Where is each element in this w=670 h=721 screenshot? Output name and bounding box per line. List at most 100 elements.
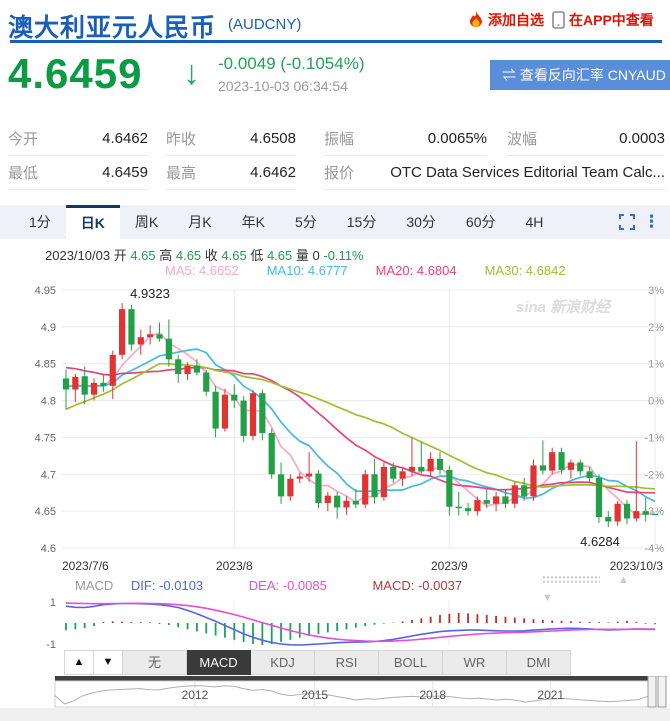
stats-row-2: 最低 4.6459 最高4.6462 报价 OTC Data Services Edit… bbox=[8, 156, 666, 190]
stat-最低: 最低 4.6459 bbox=[8, 156, 148, 190]
ohlc-info-line: 2023/10/03 开 4.65 高 4.65 收 4.65 低 4.65 量… bbox=[45, 245, 364, 264]
svg-text:2023/8: 2023/8 bbox=[216, 559, 253, 573]
indicator-tab-DMI[interactable]: DMI bbox=[507, 650, 571, 675]
ma-legend-item-4: MA30: 4.6842 bbox=[485, 263, 566, 278]
indicator-tab-WR[interactable]: WR bbox=[443, 650, 507, 675]
indicator-tab-bar: ▲▼无MACDKDJRSIBOLLWRDMI bbox=[64, 650, 571, 675]
period-tab-15分[interactable]: 15分 bbox=[332, 205, 392, 239]
scroll-up-button[interactable]: ▲ bbox=[64, 650, 94, 675]
indicator-tab-MACD[interactable]: MACD bbox=[187, 650, 251, 675]
reverse-rate-label: 查看反向汇率 CNYAUD bbox=[520, 67, 666, 83]
stat-label: 昨收 bbox=[166, 128, 196, 149]
svg-text:2012: 2012 bbox=[182, 688, 209, 702]
stat-value: 0.0065% bbox=[428, 130, 487, 147]
quote-summary: 4.6459 ↓ -0.0049 (-0.1054%) 2023-10-03 0… bbox=[0, 48, 670, 120]
macd-chart[interactable]: 1 -1 bbox=[0, 596, 670, 650]
svg-text:4.7: 4.7 bbox=[41, 469, 56, 481]
svg-text:1%: 1% bbox=[648, 359, 664, 371]
svg-text:1: 1 bbox=[50, 597, 56, 609]
stat-振幅: 振幅 0.0065% bbox=[324, 122, 487, 156]
period-tab-5分[interactable]: 5分 bbox=[280, 205, 332, 239]
bar-date: 2023/10/03 bbox=[45, 248, 110, 263]
stat-label: 振幅 bbox=[324, 128, 354, 149]
stat-value: OTC Data Services Editorial Team Calc... bbox=[390, 164, 665, 181]
stat-value: 4.6459 bbox=[102, 164, 148, 181]
stat-label: 波幅 bbox=[507, 128, 537, 149]
svg-text:4.9: 4.9 bbox=[41, 322, 56, 334]
macd-name: MACD bbox=[75, 578, 113, 593]
pane-resize-handle[interactable]: ▲ ▼ bbox=[542, 571, 670, 583]
stat-昨收: 昨收 4.6508 bbox=[166, 122, 296, 156]
stat-报价: 报价 OTC Data Services Editorial Team Calc.… bbox=[324, 156, 665, 190]
flame-icon bbox=[468, 11, 484, 29]
indicator-tab-BOLL[interactable]: BOLL bbox=[379, 650, 443, 675]
period-tab-月K[interactable]: 月K bbox=[173, 205, 226, 239]
ma-legend: MA5: 4.6652 MA10: 4.6777 MA20: 4.6804 MA30:… bbox=[165, 263, 594, 278]
stat-最高: 最高4.6462 bbox=[166, 156, 296, 190]
period-tab-60分[interactable]: 60分 bbox=[451, 205, 511, 239]
period-tab-1分[interactable]: 1分 bbox=[14, 205, 66, 239]
view-in-app-link[interactable]: 在APP中查看 bbox=[552, 10, 654, 30]
history-navigator[interactable]: 2012 2015 2018 2021 bbox=[0, 676, 670, 706]
ma-legend-item-3: MA20: 4.6804 bbox=[376, 263, 457, 278]
period-tab-年K[interactable]: 年K bbox=[227, 205, 280, 239]
dots-grip-icon bbox=[542, 575, 600, 584]
symbol-code: (AUDCNY) bbox=[228, 16, 301, 33]
svg-text:2%: 2% bbox=[648, 322, 664, 334]
svg-text:4.75: 4.75 bbox=[35, 432, 56, 444]
stat-label: 最低 bbox=[8, 162, 38, 183]
header-links: 添加自选 在APP中查看 bbox=[468, 10, 670, 30]
stat-value: 4.6508 bbox=[250, 130, 296, 147]
svg-text:2021: 2021 bbox=[537, 688, 564, 702]
navigator-handle-right[interactable] bbox=[658, 676, 666, 707]
stat-今开: 今开 4.6462 bbox=[8, 122, 148, 156]
svg-text:2018: 2018 bbox=[419, 688, 446, 702]
stat-label: 最高 bbox=[166, 162, 196, 183]
add-watchlist-label: 添加自选 bbox=[488, 10, 544, 30]
bar-volume: 0 bbox=[313, 248, 320, 263]
quote-timestamp: 2023-10-03 06:34:54 bbox=[218, 78, 348, 94]
period-tab-日K[interactable]: 日K bbox=[66, 205, 120, 239]
scroll-down-button[interactable]: ▼ bbox=[94, 650, 123, 675]
macd-value: MACD: -0.0037 bbox=[372, 578, 462, 593]
price-change: -0.0049 (-0.1054%) bbox=[218, 54, 364, 74]
menu-dots-icon[interactable]: ⋮ bbox=[643, 205, 660, 239]
svg-text:2023/7/6: 2023/7/6 bbox=[62, 559, 109, 573]
stats-row-1: 今开 4.6462 昨收 4.6508 振幅 0.0065% 波幅 0.0003 bbox=[8, 122, 666, 156]
svg-text:4.6284: 4.6284 bbox=[580, 534, 620, 549]
svg-text:-4%: -4% bbox=[644, 543, 664, 555]
ma-legend-item-1: MA5: 4.6652 bbox=[165, 263, 239, 278]
reverse-rate-button[interactable]: ⇌ 查看反向汇率 CNYAUD bbox=[490, 60, 670, 90]
period-tab-周K[interactable]: 周K bbox=[120, 205, 173, 239]
fullscreen-icon[interactable] bbox=[619, 214, 635, 230]
indicator-tab-无[interactable]: 无 bbox=[123, 650, 187, 675]
period-tab-4H[interactable]: 4H bbox=[510, 205, 558, 239]
period-tab-bar: 1分日K周K月K年K5分15分30分60分4H ⋮ bbox=[0, 205, 670, 239]
svg-text:2023/9: 2023/9 bbox=[431, 559, 468, 573]
svg-text:-1: -1 bbox=[46, 639, 56, 650]
dif-value: DIF: -0.0103 bbox=[131, 578, 203, 593]
svg-text:-2%: -2% bbox=[644, 469, 664, 481]
indicator-tab-KDJ[interactable]: KDJ bbox=[251, 650, 315, 675]
stat-value: 4.6462 bbox=[102, 130, 148, 147]
swap-icon: ⇌ bbox=[502, 67, 516, 83]
add-watchlist-link[interactable]: 添加自选 bbox=[468, 10, 544, 30]
candlestick-chart[interactable]: 4.953%4.92%4.851%4.80%4.75-1%4.7-2%4.65-… bbox=[0, 280, 670, 578]
page-bottom-strip bbox=[0, 708, 670, 721]
bar-pct: -0.11% bbox=[323, 248, 363, 263]
header-divider bbox=[10, 40, 662, 43]
indicator-tab-RSI[interactable]: RSI bbox=[315, 650, 379, 675]
navigator-handle-left[interactable] bbox=[648, 676, 656, 707]
svg-text:3%: 3% bbox=[648, 285, 664, 297]
stat-value: 0.0003 bbox=[619, 130, 665, 147]
ma-legend-item-2: MA10: 4.6777 bbox=[267, 263, 348, 278]
view-in-app-label: 在APP中查看 bbox=[569, 10, 654, 30]
stat-label: 报价 bbox=[324, 162, 354, 183]
svg-text:4.8: 4.8 bbox=[41, 396, 56, 408]
page-title: 澳大利亚元人民币 bbox=[8, 8, 216, 44]
current-price: 4.6459 bbox=[8, 50, 142, 98]
svg-text:2015: 2015 bbox=[301, 688, 328, 702]
svg-text:4.95: 4.95 bbox=[35, 285, 56, 297]
period-tab-30分[interactable]: 30分 bbox=[391, 205, 451, 239]
stat-label: 今开 bbox=[8, 128, 38, 149]
